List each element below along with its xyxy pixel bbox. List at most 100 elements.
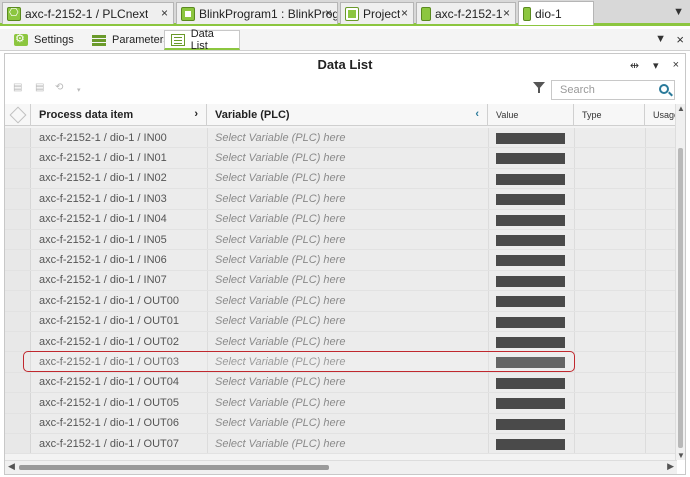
table-row[interactable]: axc-f-2152-1 / dio-1 / OUT02 Select Varia… — [5, 332, 677, 353]
chevron-left-icon[interactable]: ‹ — [475, 108, 479, 120]
data-list-icon — [171, 33, 185, 46]
table-row[interactable]: axc-f-2152-1 / dio-1 / IN01 Select Variab… — [5, 148, 677, 169]
close-icon[interactable]: × — [161, 6, 168, 20]
variable-plc-cell[interactable]: Select Variable (PLC) here — [215, 332, 345, 351]
remove-data-item-icon[interactable]: ▤ — [35, 82, 44, 93]
table-row[interactable]: axc-f-2152-1 / dio-1 / IN06 Select Variab… — [5, 250, 677, 271]
controller-icon — [421, 6, 431, 21]
process-data-item-cell: axc-f-2152-1 / dio-1 / OUT05 — [39, 396, 180, 409]
grid-header: Process data item › Variable (PLC) ‹ Val… — [5, 104, 677, 126]
panel-controls: ⇹ ▾ × — [630, 59, 679, 72]
tab-parameters[interactable]: Parameters — [86, 30, 175, 50]
column-header-type[interactable]: Type — [574, 104, 645, 126]
process-data-item-cell: axc-f-2152-1 / dio-1 / IN00 — [39, 131, 167, 144]
chevron-right-icon[interactable]: › — [194, 108, 198, 120]
table-row[interactable]: axc-f-2152-1 / dio-1 / IN02 Select Variab… — [5, 168, 677, 190]
tab-plcnext[interactable]: axc-f-2152-1 / PLCnext × — [2, 2, 174, 24]
close-icon[interactable]: × — [325, 6, 332, 20]
table-row[interactable]: axc-f-2152-1 / dio-1 / OUT03 Select Varia… — [5, 352, 677, 373]
close-icon[interactable]: × — [401, 6, 408, 20]
column-divider — [207, 393, 208, 413]
column-divider — [574, 189, 575, 209]
chevron-down-icon[interactable]: ▾ — [653, 59, 659, 72]
value-bar — [496, 153, 565, 165]
chevron-down-icon[interactable]: ▼ — [673, 6, 684, 18]
filter-icon[interactable] — [533, 82, 545, 94]
table-row[interactable]: axc-f-2152-1 / dio-1 / OUT04 Select Varia… — [5, 372, 677, 394]
variable-plc-cell[interactable]: Select Variable (PLC) here — [215, 250, 345, 269]
column-divider — [488, 434, 489, 454]
variable-plc-cell[interactable]: Select Variable (PLC) here — [215, 291, 345, 310]
table-row[interactable]: axc-f-2152-1 / dio-1 / OUT06 Select Varia… — [5, 413, 677, 434]
table-row[interactable]: axc-f-2152-1 / dio-1 / OUT05 Select Varia… — [5, 393, 677, 414]
row-gutter — [5, 189, 31, 209]
column-divider — [207, 352, 208, 372]
variable-plc-cell[interactable]: Select Variable (PLC) here — [215, 189, 345, 208]
variable-plc-cell[interactable]: Select Variable (PLC) here — [215, 128, 345, 147]
column-header-variable-plc[interactable]: Variable (PLC) ‹ — [207, 104, 488, 126]
search-icon[interactable] — [659, 84, 669, 94]
table-row[interactable]: axc-f-2152-1 / dio-1 / IN03 Select Variab… — [5, 189, 677, 210]
chevron-down-icon[interactable]: ▾ — [77, 86, 81, 94]
tab-data-list-label: Data List — [190, 27, 214, 52]
scroll-up-icon[interactable]: ▲ — [677, 104, 685, 113]
scroll-right-icon[interactable]: ▶ — [667, 461, 674, 472]
variable-plc-cell[interactable]: Select Variable (PLC) here — [215, 352, 345, 371]
close-icon[interactable]: × — [503, 6, 510, 20]
table-row[interactable]: axc-f-2152-1 / dio-1 / OUT00 Select Varia… — [5, 291, 677, 312]
variable-plc-cell[interactable]: Select Variable (PLC) here — [215, 393, 345, 412]
tab-data-list[interactable]: Data List — [164, 27, 240, 52]
table-row[interactable]: axc-f-2152-1 / dio-1 / IN00 Select Variab… — [5, 128, 677, 149]
column-divider — [488, 250, 489, 270]
column-header-process-data-item[interactable]: Process data item › — [31, 104, 207, 126]
table-row[interactable]: axc-f-2152-1 / dio-1 / IN05 Select Variab… — [5, 230, 677, 251]
table-row[interactable]: axc-f-2152-1 / dio-1 / OUT01 Select Varia… — [5, 311, 677, 332]
table-row[interactable]: axc-f-2152-1 / dio-1 / IN04 Select Variab… — [5, 209, 677, 230]
process-data-item-cell: axc-f-2152-1 / dio-1 / OUT02 — [39, 335, 180, 348]
variable-plc-cell[interactable]: Select Variable (PLC) here — [215, 230, 345, 249]
tab-label: axc-f-2152-1 / PLCnext — [25, 6, 149, 21]
row-gutter — [5, 332, 31, 352]
column-divider — [645, 270, 646, 291]
variable-plc-cell[interactable]: Select Variable (PLC) here — [215, 169, 345, 188]
tab-dio-1[interactable]: dio-1 — [518, 1, 594, 25]
variable-plc-cell[interactable]: Select Variable (PLC) here — [215, 271, 345, 290]
column-header-usage[interactable]: Usage — [645, 104, 677, 126]
column-divider — [207, 434, 208, 454]
tab-project[interactable]: Project × — [340, 2, 414, 24]
variable-plc-cell[interactable]: Select Variable (PLC) here — [215, 148, 345, 167]
column-divider — [645, 250, 646, 270]
process-data-item-cell: axc-f-2152-1 / dio-1 / IN03 — [39, 192, 167, 205]
search-input[interactable] — [551, 80, 675, 100]
tab-blinkprogram[interactable]: BlinkProgram1 : BlinkProgram × — [176, 2, 338, 24]
scrollbar-thumb[interactable] — [678, 148, 683, 448]
column-divider — [645, 291, 646, 311]
pin-icon[interactable]: ⇹ — [630, 59, 639, 72]
scroll-down-icon[interactable]: ▼ — [677, 451, 685, 460]
variable-plc-cell[interactable]: Select Variable (PLC) here — [215, 373, 345, 392]
scrollbar-thumb[interactable] — [19, 465, 329, 470]
tab-settings[interactable]: Settings — [8, 30, 80, 50]
variable-plc-cell[interactable]: Select Variable (PLC) here — [215, 414, 345, 433]
value-bar — [496, 337, 565, 348]
variable-plc-cell[interactable]: Select Variable (PLC) here — [215, 210, 345, 229]
column-divider — [488, 372, 489, 393]
table-row[interactable]: axc-f-2152-1 / dio-1 / IN07 Select Variab… — [5, 270, 677, 292]
row-gutter — [5, 393, 31, 413]
vertical-scrollbar[interactable]: ▲ ▼ — [675, 104, 685, 460]
table-row[interactable]: axc-f-2152-1 / dio-1 / OUT07 Select Varia… — [5, 434, 677, 455]
add-data-item-icon[interactable]: ▤ — [13, 82, 22, 93]
chevron-down-icon[interactable]: ▼ — [655, 33, 666, 45]
scroll-left-icon[interactable]: ◀ — [8, 461, 15, 472]
horizontal-scrollbar[interactable]: ◀ ▶ — [5, 460, 677, 474]
panel-title: Data List — [317, 57, 373, 72]
refresh-icon[interactable]: ⟲ — [55, 82, 63, 93]
variable-plc-cell[interactable]: Select Variable (PLC) here — [215, 312, 345, 331]
process-data-item-cell: axc-f-2152-1 / dio-1 / OUT00 — [39, 294, 180, 307]
variable-plc-cell[interactable]: Select Variable (PLC) here — [215, 434, 345, 453]
column-header-value[interactable]: Value — [488, 104, 574, 126]
close-icon[interactable]: × — [673, 59, 679, 72]
tab-settings-label: Settings — [34, 34, 74, 46]
tab-controller[interactable]: axc-f-2152-1 × — [416, 2, 516, 24]
close-icon[interactable]: × — [676, 32, 684, 47]
